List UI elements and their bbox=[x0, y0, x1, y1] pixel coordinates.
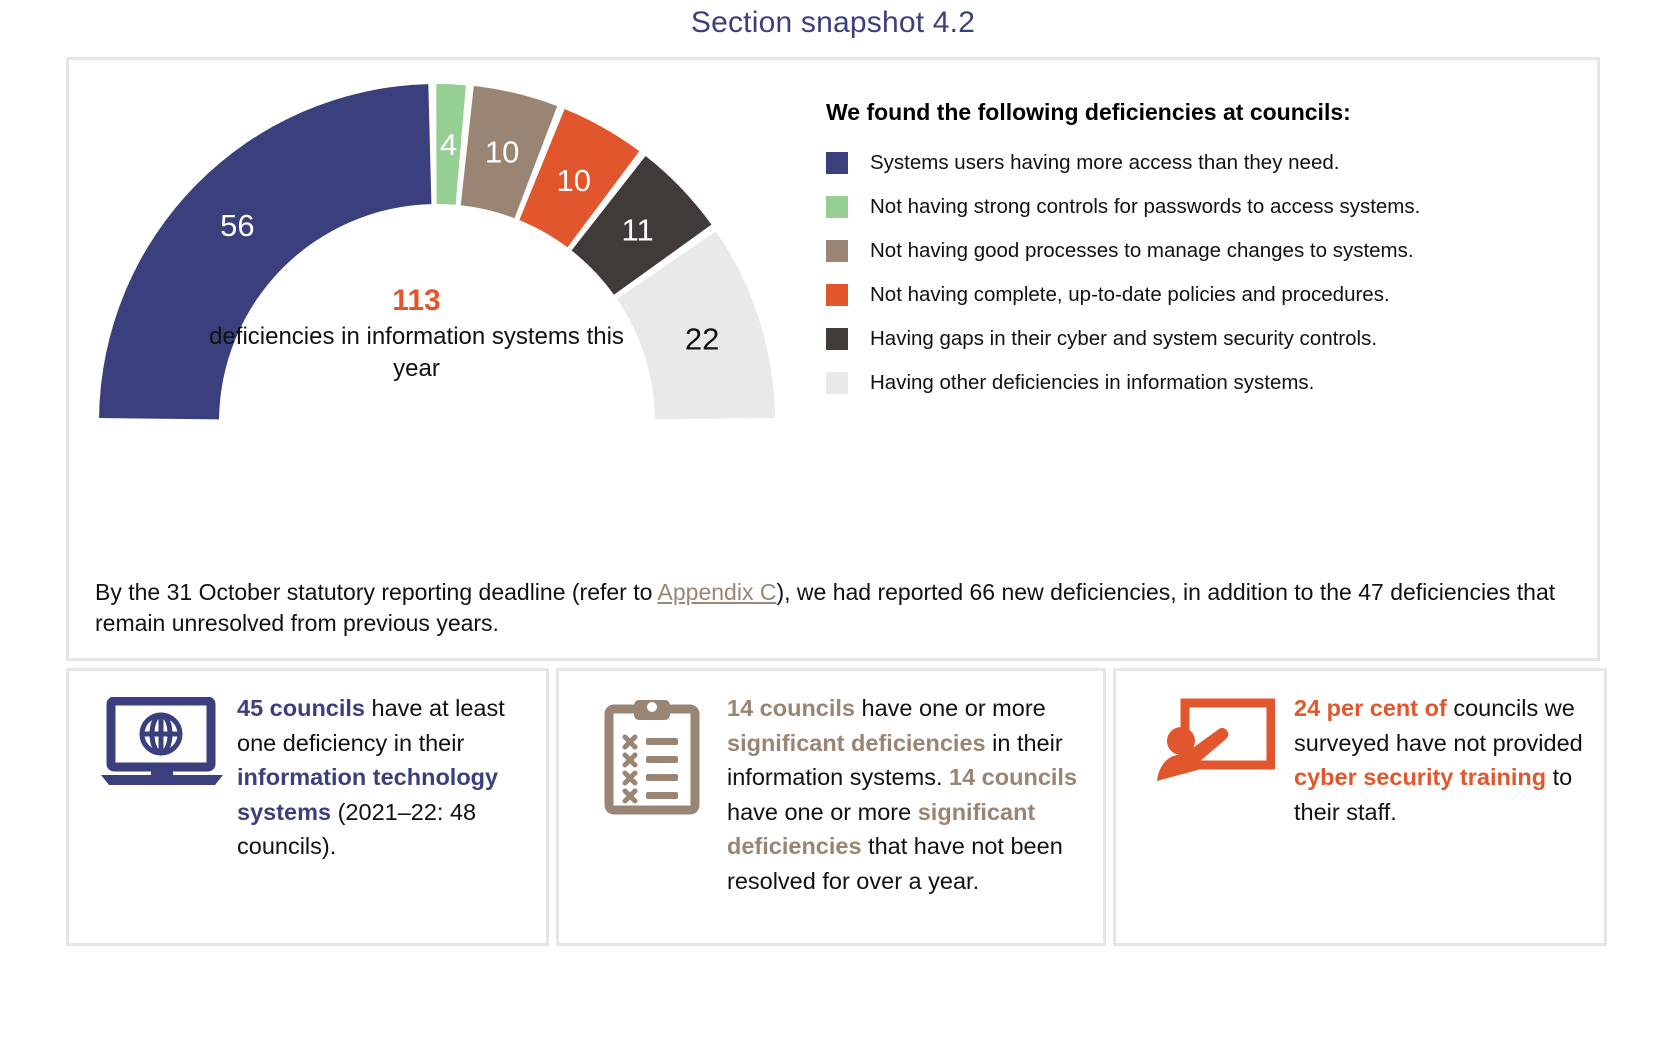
clipboard-checklist-icon-svg bbox=[604, 700, 700, 815]
legend-swatch-icon bbox=[826, 239, 848, 262]
legend-items-list: Systems users having more access than th… bbox=[826, 149, 1577, 397]
legend-item-label: Having gaps in their cyber and system se… bbox=[870, 327, 1378, 351]
card-highlight-text: 45 councils bbox=[237, 695, 365, 721]
legend-swatch-icon bbox=[826, 328, 848, 351]
infographic-page: Section snapshot 4.2 56 4 10 10 11 22 113 def… bbox=[0, 0, 1666, 1044]
legend: We found the following deficiencies at c… bbox=[804, 60, 1597, 658]
legend-item: Not having complete, up-to-date policies… bbox=[826, 281, 1577, 309]
legend-item-label: Not having good processes to manage chan… bbox=[870, 238, 1414, 262]
laptop-globe-icon-svg bbox=[101, 697, 223, 785]
card-cyber-security-training: 24 per cent of councils we surveyed have… bbox=[1113, 668, 1607, 946]
laptop-globe-icon bbox=[87, 687, 237, 789]
card-highlight-text: 14 councils bbox=[949, 764, 1078, 791]
card-text: 45 councils have at least one deficiency… bbox=[237, 687, 534, 864]
presenter-whiteboard-icon bbox=[1134, 687, 1294, 789]
legend-item-label: Not having strong controls for passwords… bbox=[870, 194, 1421, 218]
card-information-technology-systems: 45 councils have at least one deficiency… bbox=[66, 668, 549, 946]
half-donut-gauge: 56 4 10 10 11 22 bbox=[89, 80, 789, 450]
card-text: 14 councils have one or more significant… bbox=[727, 687, 1091, 898]
appendix-c-link[interactable]: Appendix C bbox=[658, 579, 777, 605]
presenter-whiteboard-icon-svg bbox=[1157, 698, 1275, 781]
chart-panel: 56 4 10 10 11 22 113 deficiencies in informat… bbox=[66, 57, 1600, 661]
gauge-chart-column: 56 4 10 10 11 22 113 deficiencies in informat… bbox=[69, 60, 804, 658]
card-text: 24 per cent of councils we surveyed have… bbox=[1294, 687, 1592, 829]
gauge-segments bbox=[99, 84, 775, 420]
legend-item-label: Not having complete, up-to-date policies… bbox=[870, 282, 1390, 306]
card-highlight-text: cyber security training bbox=[1294, 764, 1547, 791]
gauge-segment-value: 10 bbox=[485, 135, 519, 170]
page-title: Section snapshot 4.2 bbox=[690, 6, 976, 39]
legend-title: We found the following deficiencies at c… bbox=[826, 99, 1351, 125]
gauge-segment-value: 4 bbox=[440, 127, 457, 162]
legend-item-label: Having other deficiencies in information… bbox=[870, 371, 1315, 395]
legend-item: Not having strong controls for passwords… bbox=[826, 193, 1577, 221]
reporting-note: By the 31 October statutory reporting de… bbox=[95, 577, 1571, 640]
card-highlight-text: 24 per cent of bbox=[1294, 695, 1447, 721]
card-significant-deficiencies: 14 councils have one or more significant… bbox=[556, 668, 1106, 946]
note-text-part1: By the 31 October statutory reporting de… bbox=[95, 578, 658, 605]
gauge-segment-value: 11 bbox=[622, 213, 654, 248]
card-body-text: have one or more bbox=[855, 695, 1046, 721]
gauge-segment-value: 10 bbox=[557, 163, 591, 198]
legend-swatch-icon bbox=[826, 195, 848, 218]
summary-cards: 45 councils have at least one deficiency… bbox=[66, 668, 1607, 946]
card-highlight-text: 14 councils bbox=[727, 695, 855, 721]
legend-swatch-icon bbox=[826, 151, 848, 174]
gauge-segment-value: 56 bbox=[220, 208, 254, 243]
card-body-text: have one or more bbox=[727, 798, 918, 825]
gauge-segment-value: 22 bbox=[685, 321, 719, 356]
legend-swatch-icon bbox=[826, 283, 848, 306]
card-highlight-text: significant deficiencies bbox=[727, 729, 986, 756]
legend-item: Systems users having more access than th… bbox=[826, 149, 1577, 177]
legend-item-label: Systems users having more access than th… bbox=[870, 150, 1340, 174]
legend-item: Having gaps in their cyber and system se… bbox=[826, 325, 1577, 353]
gauge-segment bbox=[99, 84, 432, 420]
legend-swatch-icon bbox=[826, 372, 848, 395]
gauge-svg: 56 4 10 10 11 22 bbox=[99, 84, 775, 420]
clipboard-checklist-icon bbox=[577, 687, 727, 815]
legend-item: Having other deficiencies in information… bbox=[826, 369, 1577, 397]
legend-item: Not having good processes to manage chan… bbox=[826, 237, 1577, 265]
